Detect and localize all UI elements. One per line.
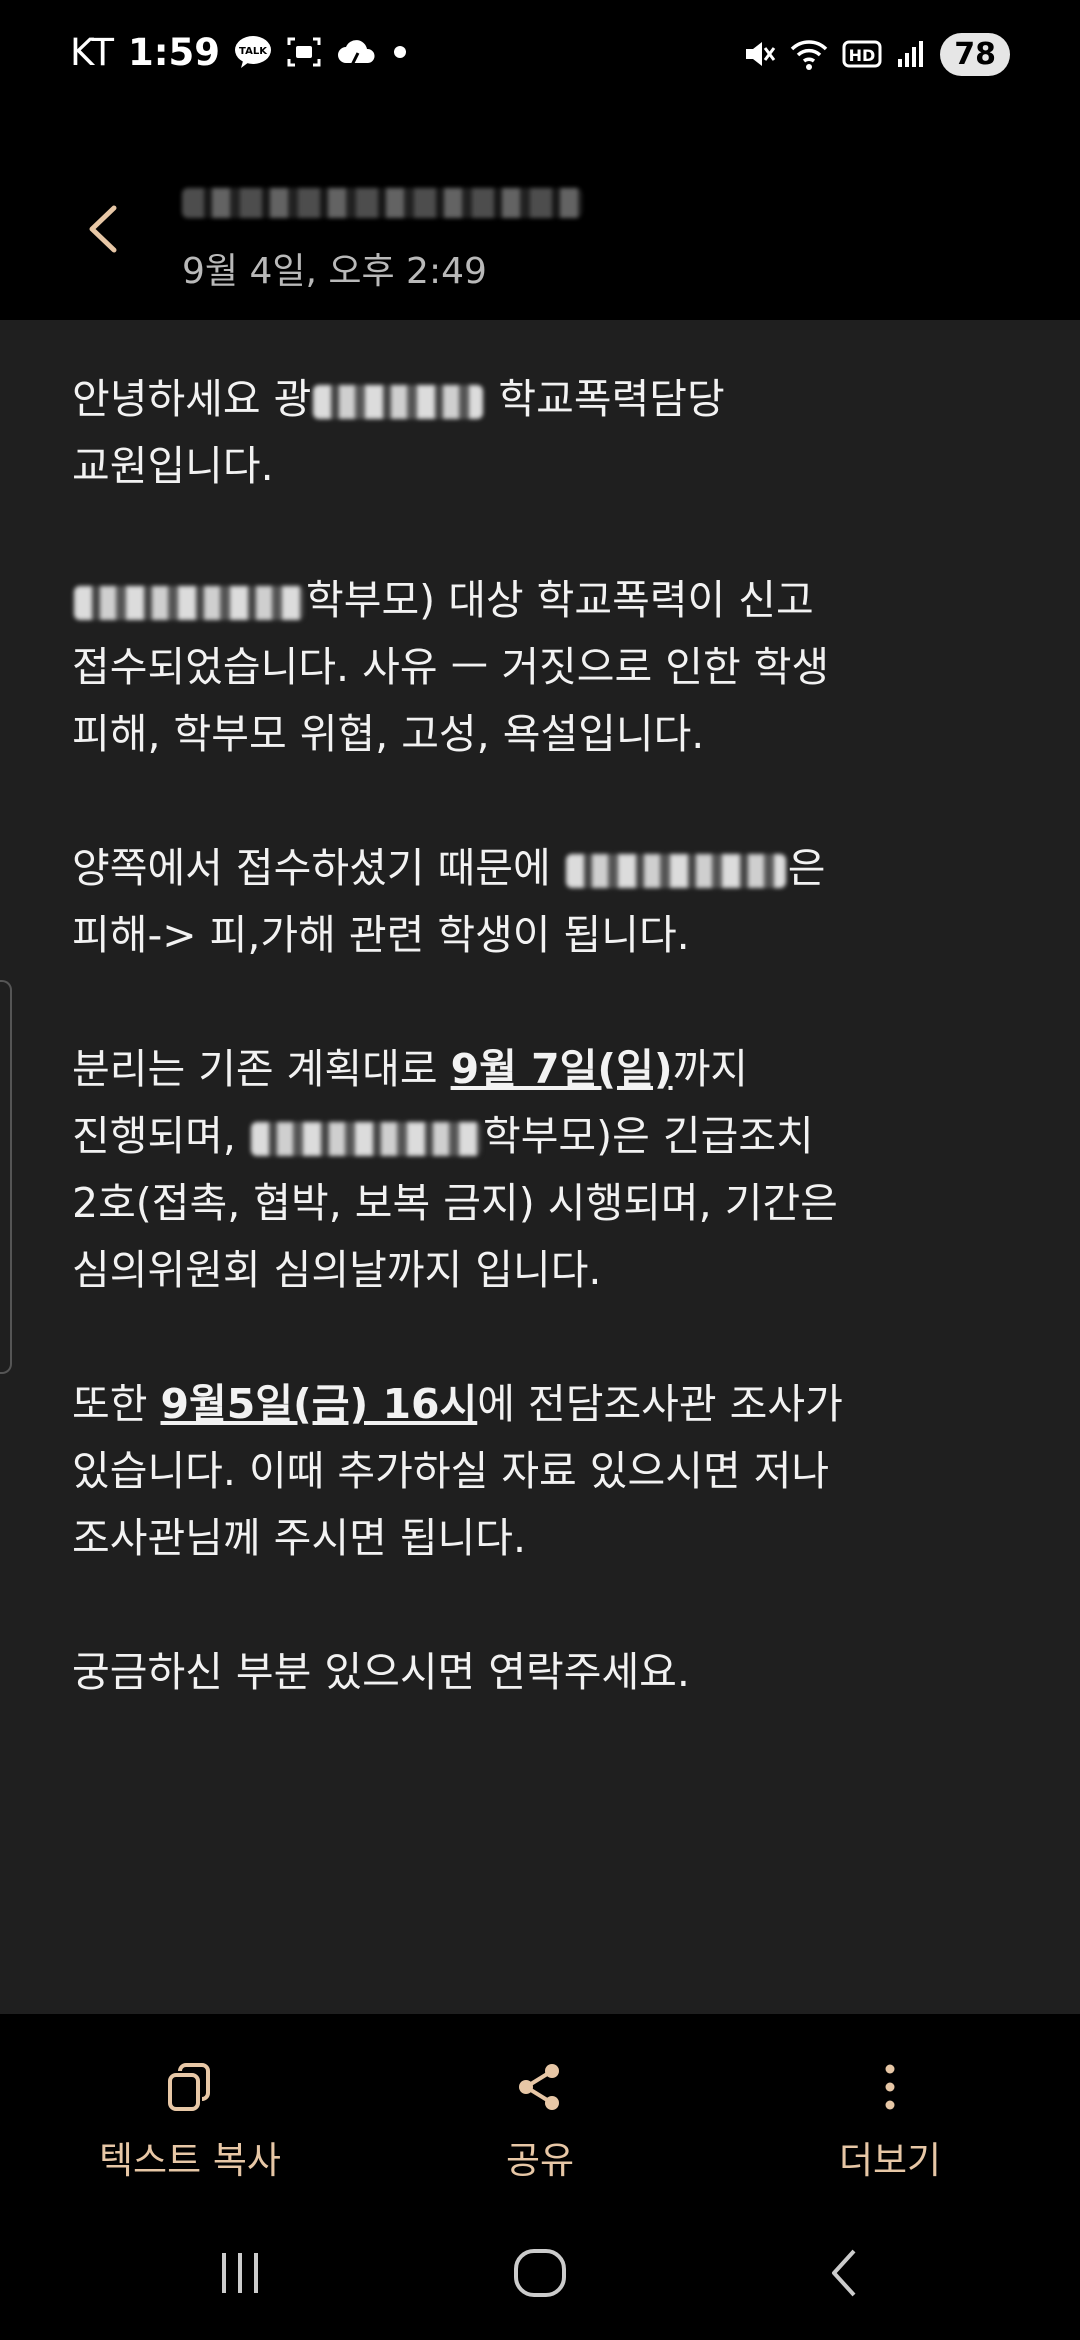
redaction: [250, 1122, 481, 1156]
hd-icon: HD: [842, 39, 882, 69]
text: 학부모)은 긴급조치: [482, 1112, 814, 1160]
copy-text-label: 텍스트 복사: [99, 2139, 281, 2182]
clock: 1:59: [128, 30, 221, 74]
paragraph: 또한 9월5일(금) 16시에 전담조사관 조사가 있습니다. 이때 추가하실 …: [72, 1371, 1032, 1572]
text: 교원입니다.: [72, 442, 274, 490]
text: 분리는 기존 계획대로: [72, 1045, 438, 1093]
more-button[interactable]: 더보기: [760, 2054, 1020, 2184]
text: 2호(접촉, 협박, 보복 금지) 시행되며, 기간은: [72, 1179, 838, 1227]
redaction: [74, 586, 304, 620]
more-vert-icon: [885, 2064, 895, 2110]
signal-icon: [896, 39, 926, 69]
status-left: KT 1:59 TALK: [70, 22, 410, 82]
recent-apps-button[interactable]: [200, 2240, 280, 2306]
paragraph: 분리는 기존 계획대로 9월 7일(일)까지 진행되며, 학부모)은 긴급조치 …: [72, 1036, 1032, 1304]
text: 심의위원회 심의날까지 입니다.: [72, 1246, 602, 1294]
text: 학부모) 대상 학교폭력이 신고: [306, 576, 814, 624]
home-icon: [514, 2249, 566, 2297]
battery-indicator: 78: [940, 32, 1010, 76]
recents-icon: [222, 2253, 258, 2293]
text: 진행되며,: [72, 1112, 236, 1160]
text: 피해-> 피,가해 관련 학생이 됩니다.: [72, 911, 690, 959]
cloud-icon: [336, 35, 376, 69]
redaction: [313, 385, 484, 419]
status-right: HD 78: [742, 26, 1010, 82]
copy-icon: [168, 2063, 210, 2111]
back-button[interactable]: [70, 194, 140, 264]
text: 궁금하신 부분 있으시면 연락주세요.: [72, 1648, 690, 1696]
svg-text:TALK: TALK: [239, 46, 268, 57]
system-back-button[interactable]: [806, 2240, 886, 2306]
more-label: 더보기: [838, 2139, 942, 2182]
copy-text-button[interactable]: 텍스트 복사: [60, 2054, 320, 2184]
paragraph: 양쪽에서 접수하셨기 때문에 은 피해-> 피,가해 관련 학생이 됩니다.: [72, 835, 1032, 969]
edge-panel-handle[interactable]: [0, 980, 12, 1374]
wifi-icon: [790, 37, 828, 71]
message-body: 안녕하세요 광 학교폭력담당 교원입니다. 학부모) 대상 학교폭력이 신고 접…: [0, 320, 1080, 2014]
text: 은: [787, 844, 826, 892]
back-arrow-icon: [89, 205, 117, 253]
highlighted-date[interactable]: 9월 7일(일): [451, 1045, 673, 1093]
sender-name-redacted: [182, 184, 602, 224]
text: 피해, 학부모 위협, 고성, 욕설입니다.: [72, 710, 705, 758]
message-date: 9월 4일, 오후 2:49: [182, 251, 487, 292]
paragraph: 안녕하세요 광 학교폭력담당 교원입니다.: [72, 366, 1032, 500]
text: 학교폭력담당: [498, 375, 725, 423]
bottom-action-bar: 텍스트 복사 공유 더보기: [0, 2014, 1080, 2200]
status-bar: KT 1:59 TALK HD 78: [0, 0, 1080, 104]
mute-icon: [742, 37, 776, 71]
message-header: 9월 4일, 오후 2:49: [0, 104, 1080, 320]
paragraph: 궁금하신 부분 있으시면 연락주세요.: [72, 1639, 1032, 1706]
redaction: [182, 188, 582, 218]
text: 까지: [672, 1045, 749, 1093]
highlighted-date[interactable]: 9월5일(금) 16시: [161, 1380, 478, 1428]
text: 안녕하세요 광: [72, 375, 312, 423]
text: 또한: [72, 1380, 148, 1428]
svg-text:HD: HD: [849, 46, 876, 65]
dot-icon: [390, 42, 410, 62]
back-icon: [832, 2249, 856, 2297]
text: 양쪽에서 접수하셨기 때문에: [72, 844, 551, 892]
redaction: [565, 854, 786, 888]
share-label: 공유: [505, 2139, 575, 2182]
share-icon: [519, 2064, 559, 2110]
text: 에 전담조사관 조사가: [477, 1380, 843, 1428]
text: 조사관님께 주시면 됩니다.: [72, 1514, 527, 1562]
carrier-label: KT: [70, 30, 114, 74]
system-nav-bar: [0, 2200, 1080, 2340]
paragraph: 학부모) 대상 학교폭력이 신고 접수되었습니다. 사유 ㅡ 거짓으로 인한 학…: [72, 567, 1032, 768]
share-button[interactable]: 공유: [410, 2054, 670, 2184]
home-button[interactable]: [500, 2240, 580, 2306]
text: 접수되었습니다. 사유 ㅡ 거짓으로 인한 학생: [72, 643, 830, 691]
text: 있습니다. 이때 추가하실 자료 있으시면 저나: [72, 1447, 830, 1495]
talk-icon: TALK: [234, 35, 272, 69]
screenshot-icon: [286, 35, 322, 69]
message-text: 안녕하세요 광 학교폭력담당 교원입니다. 학부모) 대상 학교폭력이 신고 접…: [72, 366, 1032, 1706]
